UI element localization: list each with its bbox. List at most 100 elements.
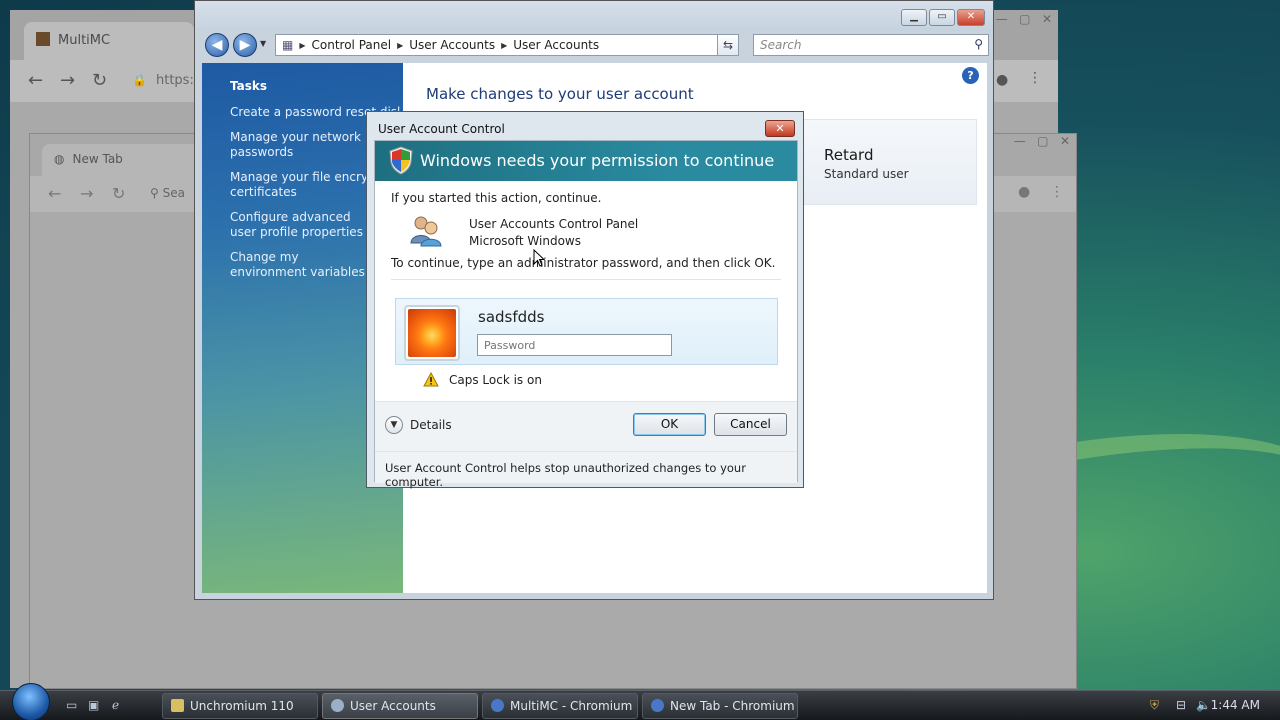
window-controls: — ▢ ✕ <box>1014 134 1070 148</box>
globe-icon: ◍ <box>54 152 65 166</box>
network-icon[interactable]: ⊟ <box>1176 698 1186 712</box>
search-icon[interactable]: ⚲ <box>974 37 983 51</box>
taskbar-item-label: Unchromium 110 <box>190 699 294 713</box>
dialog-title: User Account Control <box>378 122 505 136</box>
maximize-button[interactable]: ▭ <box>929 9 955 26</box>
control-panel-icon: ▦ <box>282 38 294 52</box>
address-bar-row: ◀ ▶ ▼ ▦ ▶ Control Panel ▶ User Accounts ▶ User… <box>201 31 989 61</box>
maximize-icon[interactable]: ▢ <box>1037 134 1048 148</box>
banner-text: Windows needs your permission to continu… <box>420 151 775 170</box>
flower-avatar-image <box>408 309 456 357</box>
password-field[interactable] <box>477 334 672 356</box>
taskbar-item-label: New Tab - Chromium <box>670 699 795 713</box>
security-shield-icon <box>389 146 413 175</box>
reload-icon[interactable]: ↻ <box>112 184 125 203</box>
breadcrumb-item[interactable]: User Accounts <box>409 38 495 52</box>
close-button[interactable]: ✕ <box>765 120 795 137</box>
footer-text: User Account Control helps stop unauthor… <box>385 461 746 489</box>
omnibox-text: Sea <box>162 186 185 200</box>
tab-new-tab[interactable]: ◍ New Tab <box>42 144 202 176</box>
maximize-icon[interactable]: ▢ <box>1019 12 1030 26</box>
window-controls: ▁ ▭ ✕ <box>901 9 985 26</box>
back-arrow-icon[interactable]: ◀ <box>205 33 229 57</box>
omnibox-placeholder[interactable]: ⚲ Sea <box>150 186 185 200</box>
avatar <box>404 305 460 361</box>
search-icon: ⚲ <box>150 186 163 200</box>
info-footer: User Account Control helps stop unauthor… <box>375 451 797 489</box>
breadcrumb[interactable]: ▦ ▶ Control Panel ▶ User Accounts ▶ User Accou… <box>275 34 735 56</box>
taskbar-item-unchromium[interactable]: Unchromium 110 <box>162 693 318 719</box>
minimize-icon[interactable]: — <box>996 12 1008 26</box>
details-toggle[interactable]: Details <box>410 418 452 432</box>
caps-lock-text: Caps Lock is on <box>449 373 542 387</box>
show-desktop-icon[interactable]: ▭ <box>66 698 81 713</box>
breadcrumb-item[interactable]: Control Panel <box>312 38 392 52</box>
taskbar-item-label: User Accounts <box>350 699 436 713</box>
task-link-network-passwords[interactable]: Manage your network passwords <box>230 130 370 160</box>
tab-label: New Tab <box>72 152 123 166</box>
forward-arrow-icon[interactable]: → <box>60 70 75 91</box>
close-icon[interactable]: ✕ <box>1060 134 1070 148</box>
program-name: User Accounts Control Panel <box>469 217 639 231</box>
volume-muted-icon[interactable]: 🔈 <box>1196 698 1211 712</box>
security-shield-icon[interactable]: ⛨ <box>1150 698 1159 713</box>
search-placeholder: Search <box>760 38 802 52</box>
internet-explorer-icon[interactable]: ℯ <box>112 698 127 713</box>
taskbar-item-newtab-chromium[interactable]: New Tab - Chromium <box>642 693 798 719</box>
instruction-text: To continue, type an administrator passw… <box>391 256 776 270</box>
chromium-icon <box>651 699 664 712</box>
help-icon[interactable]: ? <box>962 67 979 84</box>
multimc-favicon-icon <box>36 32 50 46</box>
intro-text: If you started this action, continue. <box>391 191 602 205</box>
close-button[interactable]: ✕ <box>957 9 985 26</box>
menu-dots-icon[interactable]: ⋮ <box>1050 184 1064 200</box>
taskbar-item-user-accounts[interactable]: User Accounts <box>322 693 478 719</box>
caps-lock-warning: Caps Lock is on <box>425 373 542 387</box>
start-button[interactable] <box>12 683 50 720</box>
taskbar-item-label: MultiMC - Chromium <box>510 699 633 713</box>
window-titlebar[interactable]: ▁ ▭ ✕ <box>195 1 993 31</box>
page-title: Make changes to your user account <box>426 85 694 103</box>
mouse-cursor-icon <box>533 249 545 267</box>
minimize-button[interactable]: ▁ <box>901 9 927 26</box>
forward-arrow-icon[interactable]: ▶ <box>233 33 257 57</box>
chevron-down-icon[interactable]: ▼ <box>385 416 403 434</box>
profile-icon[interactable]: ● <box>1018 184 1030 200</box>
menu-dots-icon[interactable]: ⋮ <box>1028 70 1042 86</box>
account-name: sadsfdds <box>478 308 545 326</box>
credential-tile[interactable]: sadsfdds <box>395 298 778 365</box>
user-accounts-icon <box>331 699 344 712</box>
clock[interactable]: 1:44 AM <box>1211 698 1260 712</box>
tab-label: MultiMC <box>58 33 111 48</box>
ok-button[interactable]: OK <box>633 413 706 436</box>
divider <box>391 279 781 280</box>
user-accounts-icon <box>410 216 442 247</box>
task-link-advanced-profile[interactable]: Configure advanced user profile properti… <box>230 210 370 240</box>
window-controls: — ▢ ✕ <box>996 12 1052 26</box>
chromium-icon <box>491 699 504 712</box>
reload-icon[interactable]: ↻ <box>92 70 107 91</box>
back-arrow-icon[interactable]: ← <box>28 70 43 91</box>
button-bar: ▼ Details OK Cancel <box>375 401 797 451</box>
account-type: Standard user <box>824 167 909 181</box>
folder-icon <box>171 699 184 712</box>
close-icon[interactable]: ✕ <box>1042 12 1052 26</box>
task-link-environment-variables[interactable]: Change my environment variables <box>230 250 370 280</box>
taskbar: ▭ ▣ ℯ Unchromium 110 User Accounts Multi… <box>0 683 1280 720</box>
forward-arrow-icon[interactable]: → <box>80 184 93 203</box>
uac-banner: Windows needs your permission to continu… <box>375 141 797 181</box>
taskbar-item-multimc-chromium[interactable]: MultiMC - Chromium <box>482 693 638 719</box>
breadcrumb-item[interactable]: User Accounts <box>513 38 599 52</box>
switch-windows-icon[interactable]: ▣ <box>88 698 103 713</box>
account-name: Retard <box>824 146 874 164</box>
profile-icon[interactable]: ● <box>996 72 1008 88</box>
minimize-icon[interactable]: — <box>1014 134 1026 148</box>
search-input[interactable]: Search ⚲ <box>753 34 989 56</box>
cancel-button[interactable]: Cancel <box>714 413 787 436</box>
refresh-button[interactable]: ⇆ <box>717 34 739 56</box>
tab-multimc[interactable]: MultiMC <box>24 22 194 60</box>
back-arrow-icon[interactable]: ← <box>48 184 61 203</box>
tasks-heading: Tasks <box>230 79 268 93</box>
uac-dialog[interactable]: User Account Control ✕ Windows needs you… <box>366 111 804 489</box>
recent-pages-chevron-icon[interactable]: ▼ <box>260 39 266 48</box>
